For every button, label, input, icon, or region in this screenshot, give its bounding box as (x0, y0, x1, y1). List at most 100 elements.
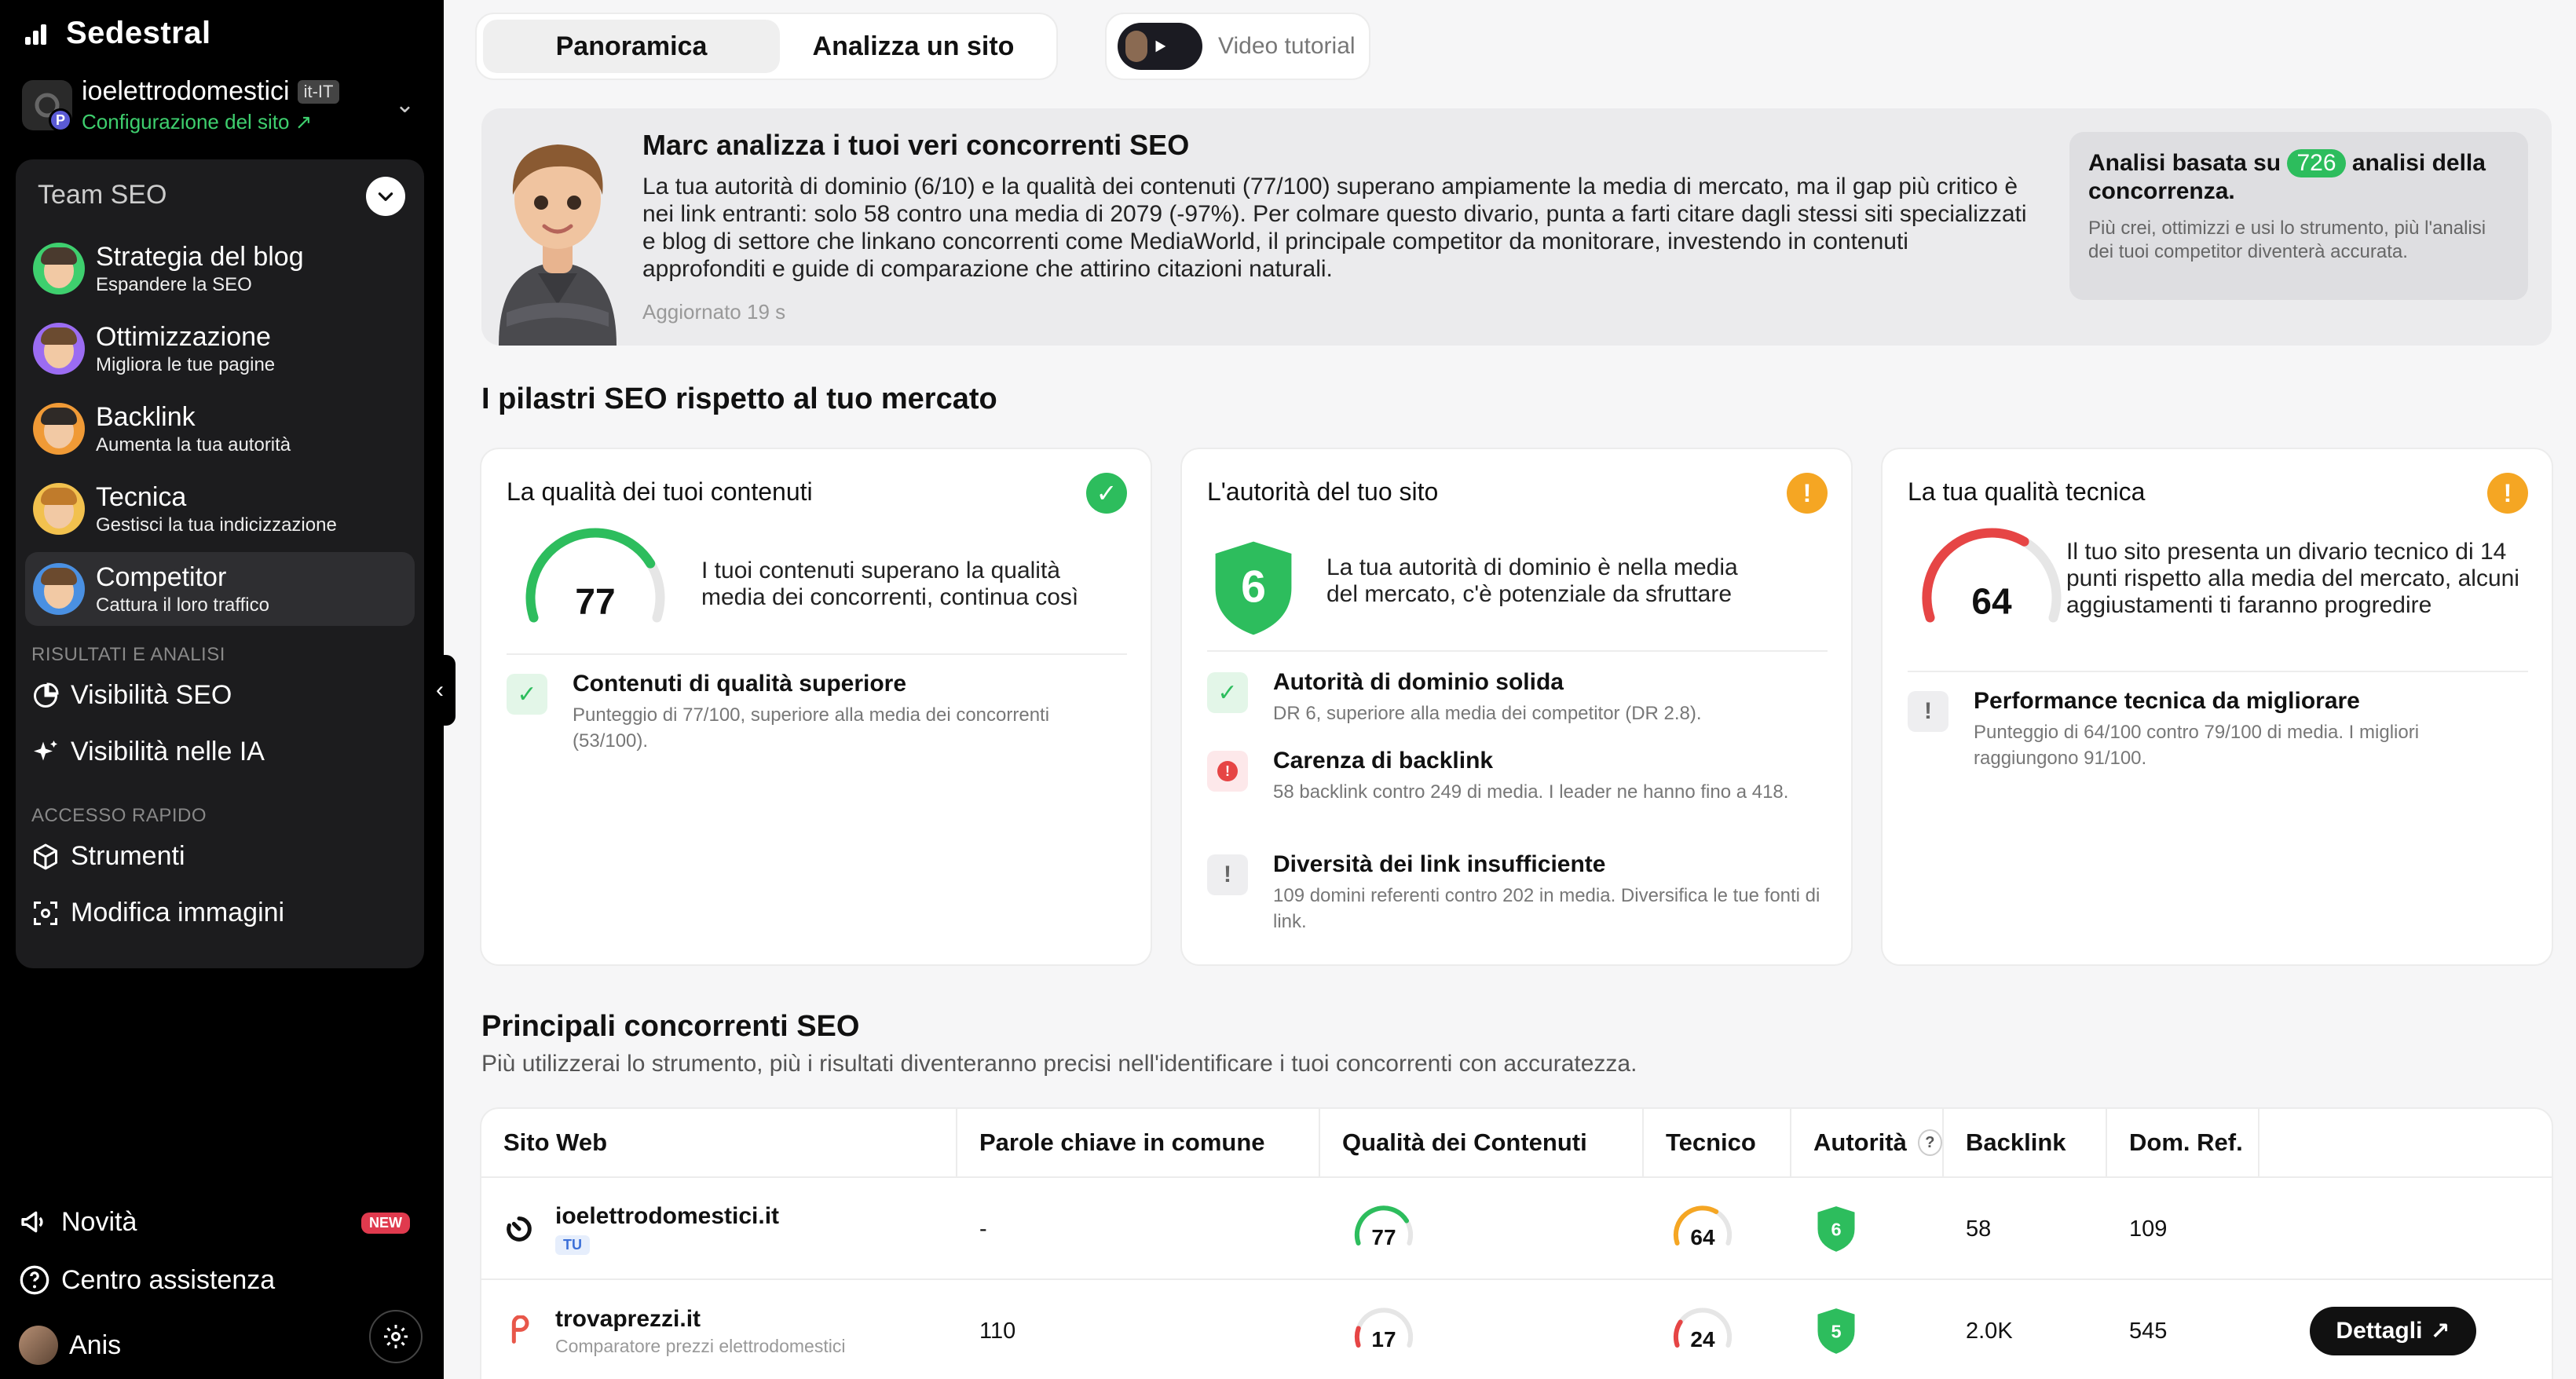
external-link-icon: ↗ (2430, 1318, 2450, 1344)
gear-icon (384, 1325, 408, 1348)
card-description: I tuoi contenuti superano la qualità med… (701, 558, 1079, 610)
check-icon: ✓ (1207, 672, 1248, 713)
competitor-description: Comparatore prezzi elettrodomestici (555, 1335, 846, 1356)
pillar-issue: ! Performance tecnica da migliorare Punteg… (1908, 688, 2528, 771)
agent-subtitle: Espandere la SEO (96, 273, 252, 295)
agent-title: Tecnica (96, 481, 187, 512)
warning-icon: ! (2487, 473, 2528, 514)
video-thumbnail (1118, 23, 1202, 70)
agent-subtitle: Migliora le tue pagine (96, 353, 276, 375)
chevron-down-icon[interactable]: ⌄ (395, 91, 415, 119)
nav-visibilita-seo[interactable]: Visibilità SEO (31, 680, 232, 711)
agent-avatar (33, 483, 85, 535)
issue-title: Carenza di backlink (1273, 748, 1494, 774)
tab-panoramica[interactable]: Panoramica (483, 20, 780, 73)
sidebar: Sedestral P ioelettrodomestici it-IT Con… (0, 0, 444, 1379)
chart-pie-icon (34, 682, 59, 708)
trovaprezzi-logo-icon (511, 1315, 529, 1344)
issue-title: Performance tecnica da migliorare (1974, 688, 2360, 714)
site-config-link[interactable]: Configurazione del sito ↗ (82, 110, 339, 134)
team-seo-label: Team SEO (38, 180, 167, 210)
nav-label: Visibilità nelle IA (71, 737, 265, 766)
column-header[interactable]: Autorità? (1791, 1109, 1944, 1176)
agent-strategia-del-blog[interactable]: Strategia del blog Espandere la SEO (25, 232, 415, 305)
svg-text:17: 17 (1371, 1327, 1396, 1352)
agent-title: Backlink (96, 401, 196, 432)
keywords-cell: - (979, 1216, 987, 1242)
nav-modifica-immagini[interactable]: Modifica immagini (31, 898, 284, 928)
agent-subtitle: Cattura il loro traffico (96, 594, 269, 616)
card-description: La tua autorità di dominio è nella media… (1326, 554, 1738, 607)
keywords-cell: 110 (979, 1318, 1016, 1344)
agent-avatar (33, 563, 85, 615)
table-row[interactable]: trovaprezzi.it Comparatore prezzi elettro… (481, 1278, 2552, 1379)
megaphone-icon (21, 1211, 43, 1233)
pillar-card-2: L'autorità del tuo sito! 6 La tua autorità… (1182, 449, 1851, 964)
refdomains-cell: 109 (2129, 1216, 2168, 1242)
nav-centro-assistenza[interactable]: Centro assistenza (19, 1264, 275, 1296)
alert-icon: ! (1207, 751, 1248, 792)
details-button[interactable]: Dettagli ↗ (2310, 1307, 2476, 1355)
svg-text:5: 5 (1831, 1322, 1841, 1342)
team-collapse-button[interactable] (366, 177, 405, 216)
analysis-count-subtitle: Più crei, ottimizzi e usi lo strumento, … (2088, 218, 2486, 262)
nav-strumenti[interactable]: Strumenti (31, 841, 185, 872)
help-icon[interactable]: ? (1917, 1129, 1942, 1156)
site-selector[interactable]: P ioelettrodomestici it-IT Configurazion… (22, 75, 415, 135)
competitors-table: Sito Web Parole chiave in comune Qualità d… (481, 1109, 2552, 1379)
technical-cell: 64 (1670, 1178, 1735, 1280)
brand[interactable]: Sedestral (24, 16, 211, 51)
agent-tecnica[interactable]: Tecnica Gestisci la tua indicizzazione (25, 472, 415, 546)
competitors-subtitle: Più utilizzerai lo strumento, più i risu… (481, 1051, 1637, 1077)
agent-title: Strategia del blog (96, 241, 304, 272)
agent-title: Ottimizzazione (96, 321, 271, 352)
nav-visibilita-ia[interactable]: Visibilità nelle IA (31, 737, 265, 767)
quality-cell: 77 (1352, 1178, 1416, 1280)
issue-title: Diversità dei link insufficiente (1273, 851, 1606, 877)
user-profile[interactable]: Anis (19, 1326, 121, 1365)
main-content: Panoramica Analizza un sito Video tutori… (444, 0, 2576, 1379)
tab-analizza-sito[interactable]: Analizza un sito (780, 20, 1047, 73)
team-seo-panel: Team SEO Strategia del blog Espandere la … (16, 159, 424, 968)
issue-title: Contenuti di qualità superiore (573, 671, 907, 697)
pillar-card-1: La qualità dei tuoi contenuti ✓ 77 I tuoi c… (481, 449, 1151, 964)
issue-text: 58 backlink contro 249 di media. I leade… (1273, 781, 1789, 803)
authority-shield: 6 (1215, 541, 1292, 635)
analysis-count-title: Analisi basata su 726 analisi della conc… (2088, 149, 2486, 204)
column-header[interactable]: Backlink (1944, 1109, 2107, 1176)
agent-ottimizzazione[interactable]: Ottimizzazione Migliora le tue pagine (25, 312, 415, 386)
video-tutorial-button[interactable]: Video tutorial (1105, 13, 1370, 80)
table-row[interactable]: ioelettrodomestici.it TU - 77 64 6 58 109 (481, 1176, 2552, 1278)
brand-logo-icon (24, 21, 53, 46)
help-circle-icon (20, 1265, 49, 1295)
sparkles-icon (34, 740, 57, 760)
settings-button[interactable] (369, 1310, 423, 1363)
issue-text: DR 6, superiore alla media dei competito… (1273, 703, 1702, 724)
card-title: La qualità dei tuoi contenuti (507, 477, 813, 506)
column-header[interactable]: Qualità dei Contenuti (1320, 1109, 1644, 1176)
hero-title: Marc analizza i tuoi veri concorrenti SE… (642, 129, 1190, 161)
sidebar-collapse-button[interactable]: ‹ (424, 655, 456, 726)
agent-avatar (33, 323, 85, 375)
nav-novita[interactable]: Novità (19, 1206, 137, 1238)
image-edit-icon (34, 901, 57, 925)
agent-competitor[interactable]: Competitor Cattura il loro traffico (25, 552, 415, 626)
agent-backlink[interactable]: Backlink Aumenta la tua autorità (25, 392, 415, 466)
competitor-site-name[interactable]: ioelettrodomestici.it (555, 1203, 779, 1230)
card-title: L'autorità del tuo sito (1207, 477, 1439, 506)
svg-text:77: 77 (1371, 1225, 1396, 1249)
column-header[interactable]: Tecnico (1644, 1109, 1791, 1176)
pillar-issue: ✓ Autorità di dominio solida DR 6, superio… (1207, 669, 1828, 726)
card-title: La tua qualità tecnica (1908, 477, 2146, 506)
issue-title: Autorità di dominio solida (1273, 669, 1564, 695)
column-header[interactable]: Sito Web (481, 1109, 957, 1176)
video-tutorial-label: Video tutorial (1218, 33, 1356, 59)
score-gauge: 64 (1922, 528, 2062, 623)
backlinks-cell: 58 (1966, 1216, 1992, 1242)
competitor-site-name[interactable]: trovaprezzi.it (555, 1306, 845, 1333)
technical-mini-gauge: 24 (1673, 1308, 1733, 1352)
site-avatar: P (22, 80, 72, 132)
cube-icon (34, 843, 57, 869)
column-header[interactable]: Dom. Ref. (2107, 1109, 2259, 1176)
column-header[interactable]: Parole chiave in comune (957, 1109, 1320, 1176)
